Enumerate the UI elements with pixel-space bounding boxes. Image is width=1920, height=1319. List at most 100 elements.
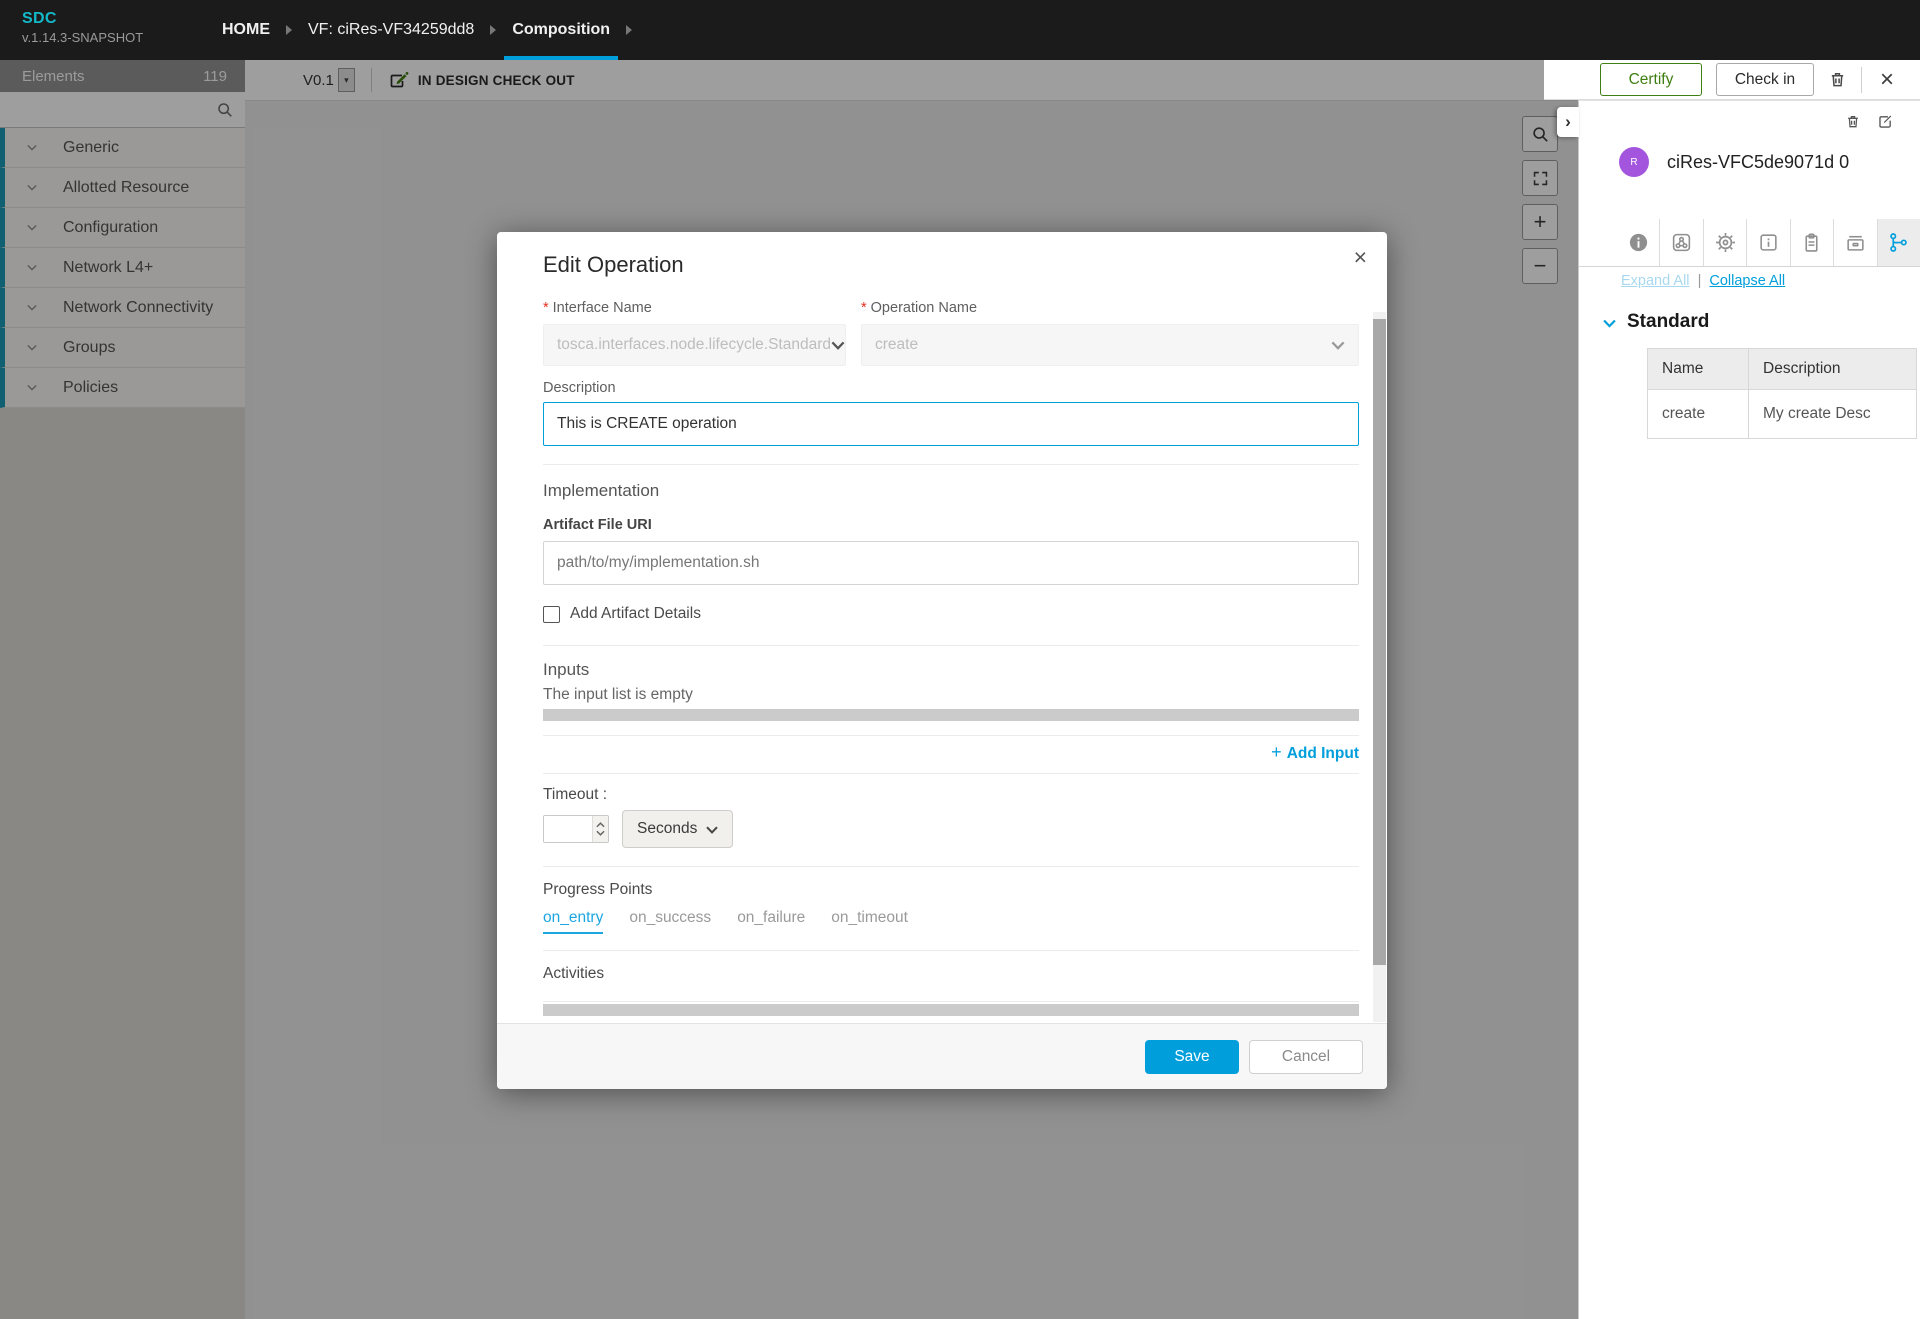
link-separator: |	[1698, 273, 1702, 289]
interface-section-title: Standard	[1627, 311, 1709, 333]
check-in-button[interactable]: Check in	[1716, 63, 1814, 96]
inputs-empty-message: The input list is empty	[543, 686, 1359, 704]
tab-requirements[interactable]	[1746, 219, 1789, 266]
tab-deployment-artifacts[interactable]	[1790, 219, 1833, 266]
timeout-number-input[interactable]	[543, 815, 609, 843]
operation-description-cell[interactable]: My create Desc	[1749, 390, 1917, 439]
required-asterisk: *	[543, 300, 549, 316]
divider	[543, 464, 1359, 465]
table-header-row: Name Description	[1648, 349, 1917, 390]
timeout-unit-value: Seconds	[637, 820, 697, 838]
tab-on-success[interactable]: on_success	[629, 909, 711, 934]
tab-operations[interactable]	[1877, 219, 1920, 266]
gear-icon	[1715, 232, 1736, 253]
chevron-up-icon	[596, 822, 605, 828]
tab-information-artifacts[interactable]	[1833, 219, 1876, 266]
delete-icon[interactable]	[1828, 70, 1847, 89]
timeout-unit-select[interactable]: Seconds	[622, 810, 733, 848]
edit-icon[interactable]	[1877, 113, 1894, 130]
chevron-down-icon	[1331, 341, 1345, 350]
description-input[interactable]	[543, 402, 1359, 446]
divider	[1861, 67, 1862, 93]
cancel-button[interactable]: Cancel	[1249, 1040, 1363, 1074]
breadcrumb-separator-icon	[626, 25, 632, 35]
artifact-file-uri-input[interactable]	[543, 541, 1359, 585]
info-circle-icon	[1628, 232, 1649, 253]
archive-box-icon	[1845, 232, 1866, 253]
panel-top-icons	[1845, 113, 1894, 130]
modal-title: Edit Operation	[543, 252, 1363, 278]
divider	[543, 645, 1359, 646]
chevron-down-icon	[596, 830, 605, 836]
horizontal-scrollbar[interactable]	[543, 1004, 1359, 1016]
breadcrumb-separator-icon	[490, 25, 496, 35]
modal-header: Edit Operation ×	[497, 232, 1387, 278]
chevron-down-icon	[1603, 319, 1616, 328]
artifact-file-uri-label: Artifact File URI	[543, 517, 1359, 533]
divider	[543, 735, 1359, 736]
checkbox-icon[interactable]	[543, 606, 560, 623]
progress-points-tabs: on_entry on_success on_failure on_timeou…	[543, 909, 1359, 934]
workspace-actions: Certify Check in ×	[1544, 60, 1920, 100]
breadcrumb-home[interactable]: HOME	[212, 0, 280, 60]
scrollbar-thumb[interactable]	[1373, 319, 1386, 965]
interface-section-header[interactable]: Standard	[1603, 311, 1709, 333]
table-header-name: Name	[1648, 349, 1749, 390]
collapse-all-link[interactable]: Collapse All	[1709, 273, 1785, 289]
app-logo-block: SDC v.1.14.3-SNAPSHOT	[0, 0, 190, 60]
operations-table: Name Description create My create Desc	[1647, 348, 1917, 439]
component-name: ciRes-VFC5de9071d 0	[1667, 152, 1849, 173]
table-header-description: Description	[1749, 349, 1917, 390]
plus-icon: +	[1271, 742, 1282, 762]
avatar: R	[1619, 147, 1649, 177]
close-icon[interactable]: ×	[1354, 246, 1367, 269]
save-button[interactable]: Save	[1145, 1040, 1239, 1074]
composition-icon	[1671, 232, 1692, 253]
tab-on-timeout[interactable]: on_timeout	[831, 909, 908, 934]
add-artifact-details-label: Add Artifact Details	[570, 605, 701, 623]
number-spinner[interactable]	[592, 816, 608, 842]
sdc-app: SDC v.1.14.3-SNAPSHOT HOME VF: ciRes-VF3…	[0, 0, 1920, 1319]
timeout-value-field[interactable]	[544, 816, 592, 842]
add-input-button[interactable]: +Add Input	[543, 742, 1359, 763]
edit-operation-modal: Edit Operation × *Interface Name tosca.i…	[497, 232, 1387, 1089]
app-version: v.1.14.3-SNAPSHOT	[22, 30, 190, 45]
divider	[543, 866, 1359, 867]
activities-title: Activities	[543, 965, 1359, 983]
component-details-panel: › R ciRes-VFC5de9071d 0	[1578, 100, 1920, 1319]
interface-name-select[interactable]: tosca.interfaces.node.lifecycle.Standard	[543, 324, 846, 366]
divider	[543, 1001, 1359, 1002]
tab-settings[interactable]	[1703, 219, 1746, 266]
inputs-title: Inputs	[543, 660, 1359, 680]
app-logo: SDC	[22, 10, 190, 28]
required-asterisk: *	[861, 300, 867, 316]
breadcrumb-vf[interactable]: VF: ciRes-VF34259dd8	[298, 0, 484, 60]
horizontal-scrollbar[interactable]	[543, 709, 1359, 721]
modal-body: *Interface Name tosca.interfaces.node.li…	[497, 300, 1387, 1016]
description-label: Description	[543, 380, 1359, 396]
tab-info[interactable]	[1617, 219, 1659, 266]
add-artifact-details-checkbox-row[interactable]: Add Artifact Details	[543, 605, 1359, 623]
operation-name-select[interactable]: create	[861, 324, 1359, 366]
progress-points-title: Progress Points	[543, 881, 1359, 899]
tab-composition[interactable]	[1659, 219, 1702, 266]
table-row[interactable]: create My create Desc	[1648, 390, 1917, 439]
breadcrumb-composition[interactable]: Composition	[502, 0, 620, 60]
operation-name-cell[interactable]: create	[1648, 390, 1749, 439]
tab-on-failure[interactable]: on_failure	[737, 909, 805, 934]
close-icon[interactable]: ×	[1876, 68, 1898, 92]
expand-all-link[interactable]: Expand All	[1621, 273, 1690, 289]
tab-on-entry[interactable]: on_entry	[543, 909, 603, 934]
operation-name-value: create	[875, 336, 918, 354]
breadcrumb: HOME VF: ciRes-VF34259dd8 Composition	[212, 0, 638, 60]
panel-tabs	[1579, 219, 1920, 267]
active-tab-underline	[504, 56, 618, 60]
modal-footer: Save Cancel	[497, 1023, 1387, 1089]
square-info-icon	[1758, 232, 1779, 253]
vertical-scrollbar[interactable]	[1373, 312, 1386, 1022]
certify-button[interactable]: Certify	[1600, 63, 1702, 96]
expand-collapse-links: Expand All | Collapse All	[1621, 273, 1785, 289]
collapse-panel-button[interactable]: ›	[1557, 107, 1579, 137]
trash-icon[interactable]	[1845, 113, 1861, 130]
operation-name-label: *Operation Name	[861, 300, 1359, 316]
